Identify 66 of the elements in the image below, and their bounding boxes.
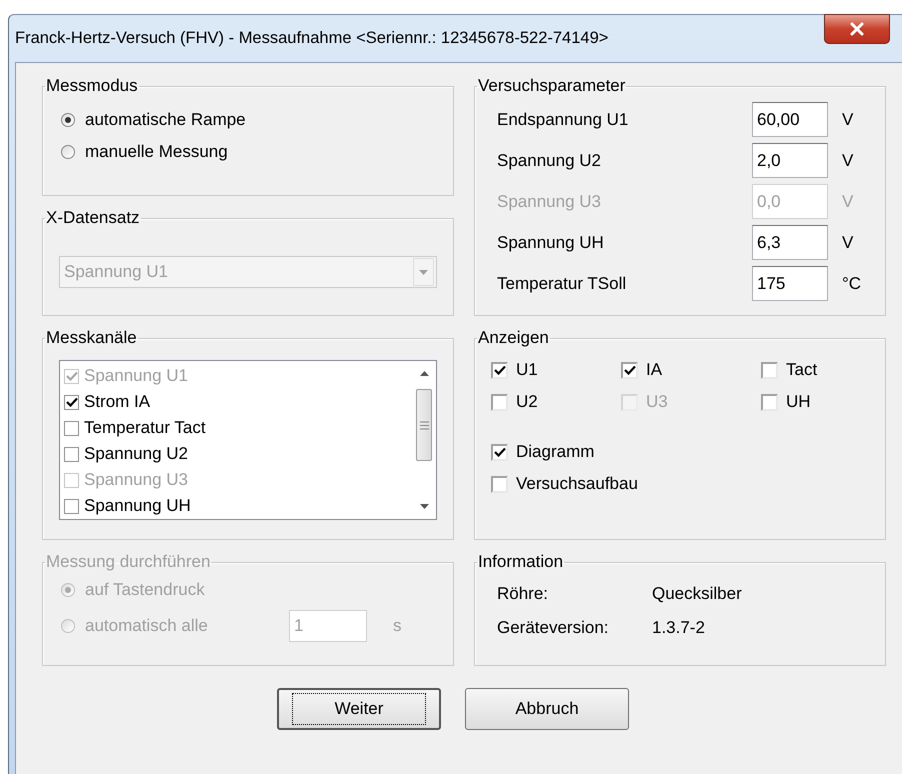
checkbox[interactable] — [64, 498, 79, 514]
group-title: Messkanäle — [45, 328, 138, 348]
parameter-label: Spannung U2 — [497, 150, 602, 170]
unit-label: °C — [842, 274, 862, 294]
checkbox[interactable] — [491, 476, 508, 492]
unit-label: s — [393, 616, 402, 636]
group-title: X-Datensatz — [45, 208, 141, 228]
checkbox-label: UH — [786, 392, 811, 412]
close-icon — [849, 22, 865, 36]
value-field[interactable]: 175 — [752, 266, 828, 301]
radio-label: manuelle Messung — [85, 142, 228, 162]
unit-label: V — [842, 232, 854, 252]
window-title: Franck-Hertz-Versuch (FHV) - Messaufnahme <Seriennr.: 12345678-522-74149> — [15, 29, 608, 48]
group-title: Information — [477, 552, 564, 572]
group-title: Anzeigen — [477, 328, 550, 348]
dialog-button[interactable]: Abbruch — [465, 688, 629, 730]
parameter-label: Temperatur TSoll — [497, 274, 628, 294]
parameter-label: Endspannung U1 — [497, 110, 630, 130]
checkbox[interactable] — [491, 444, 508, 460]
checkbox-label: Diagramm — [516, 442, 594, 462]
checkbox-label: Spannung UH — [84, 496, 191, 516]
checkbox-label: Strom IA — [84, 392, 150, 412]
checkbox[interactable] — [64, 394, 79, 410]
group-title: Messung durchführen — [45, 552, 212, 572]
checkbox[interactable] — [491, 362, 508, 378]
unit-label: V — [842, 150, 854, 170]
scroll-up-icon — [420, 371, 428, 376]
checkbox-label: U3 — [646, 392, 668, 412]
info-label: Röhre: — [497, 584, 550, 604]
radio-label: automatische Rampe — [85, 110, 246, 130]
checkbox[interactable] — [491, 394, 508, 410]
checkbox[interactable] — [64, 446, 79, 462]
close-button[interactable] — [824, 14, 890, 44]
radio-button[interactable] — [61, 113, 75, 127]
checkbox[interactable] — [761, 394, 778, 410]
checkbox-label: Temperatur Tact — [84, 418, 206, 438]
checkbox-label: Spannung U2 — [84, 444, 188, 464]
dropdown-arrow-icon — [419, 270, 428, 274]
checkbox-label: Tact — [786, 360, 818, 380]
parameter-label: Spannung UH — [497, 232, 605, 252]
dialog-button[interactable]: Weiter — [277, 688, 441, 730]
info-value: 1.3.7-2 — [652, 618, 706, 638]
radio-button[interactable] — [61, 145, 75, 159]
radio-label: automatisch alle — [85, 616, 209, 636]
group-title: Messmodus — [45, 76, 139, 96]
checkbox-label: IA — [646, 360, 662, 380]
parameter-label: Spannung U3 — [497, 192, 602, 212]
unit-label: V — [842, 110, 854, 130]
checkbox-label: Spannung U3 — [84, 470, 188, 490]
value-field[interactable]: 2,0 — [752, 143, 828, 178]
info-value: Quecksilber — [652, 584, 743, 604]
checkbox-label: Spannung U1 — [84, 366, 188, 386]
group-title: Versuchsparameter — [477, 76, 626, 96]
value-field[interactable]: 60,00 — [752, 102, 828, 137]
radio-label: auf Tastendruck — [85, 580, 206, 600]
grip-icon — [420, 420, 428, 430]
value-field[interactable]: 6,3 — [752, 225, 828, 260]
scroll-down-icon — [420, 504, 428, 509]
checkbox[interactable] — [621, 362, 638, 378]
checkbox-label: U1 — [516, 360, 538, 380]
unit-label: V — [842, 192, 854, 212]
info-label: Geräteversion: — [497, 618, 610, 638]
checkbox-label: Versuchsaufbau — [516, 474, 638, 494]
checkbox[interactable] — [761, 362, 778, 378]
checkbox-label: U2 — [516, 392, 538, 412]
checkbox[interactable] — [64, 420, 79, 436]
